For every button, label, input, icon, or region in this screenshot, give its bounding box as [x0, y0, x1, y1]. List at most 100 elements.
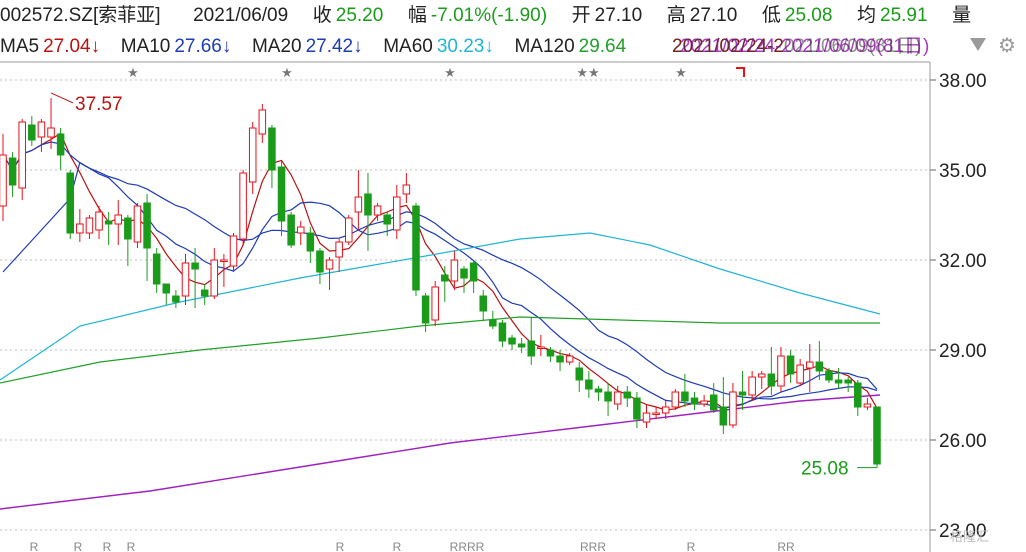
- candle-body-down: [8, 157, 17, 186]
- candle-body-down: [441, 274, 449, 282]
- candle-body-up: [402, 184, 411, 195]
- candle-body-up: [239, 172, 247, 240]
- candle-body-down: [364, 193, 372, 216]
- candle-body-down: [594, 388, 603, 393]
- ma10-line: [2, 141, 878, 410]
- candle-body-down: [719, 406, 728, 426]
- candle-body-up: [258, 109, 267, 135]
- candle-body-up: [325, 259, 334, 270]
- candle-body-up: [393, 196, 401, 231]
- candle-body-down: [815, 361, 824, 372]
- ma5-line: [2, 132, 878, 411]
- candle-body-down: [306, 232, 315, 252]
- rights-mark: RRR: [580, 540, 606, 552]
- candle-body-up: [796, 364, 804, 384]
- candle-body-down: [191, 262, 199, 270]
- candle-body-down: [460, 268, 468, 279]
- high-label: 37.57: [75, 94, 123, 115]
- event-star-mark: ★: [444, 66, 456, 81]
- candle-body-up: [220, 259, 228, 262]
- watermark: 格隆汇: [950, 529, 990, 544]
- candle-body-down: [469, 262, 478, 282]
- ma250-line: [0, 394, 881, 510]
- rights-mark: R: [74, 540, 83, 552]
- candle-body-down: [28, 124, 36, 141]
- candle-body-up: [613, 391, 622, 405]
- candle-body-up: [863, 403, 872, 408]
- candle-body-down: [844, 379, 852, 384]
- low-label: 25.08: [801, 459, 849, 480]
- candle-body-down: [200, 289, 209, 297]
- event-flag-icon: [736, 67, 745, 77]
- candle-body-down: [546, 349, 555, 357]
- candle-body-down: [834, 379, 843, 384]
- candle-body-down: [412, 205, 420, 291]
- candle-body-down: [383, 214, 391, 225]
- candle-body-up: [18, 121, 26, 189]
- candle-body-down: [786, 355, 795, 375]
- candle-body-up: [296, 226, 305, 234]
- rights-mark: R: [687, 540, 696, 552]
- candle-body-down: [633, 397, 641, 420]
- candle-body-down: [517, 343, 526, 348]
- candle-body-down: [104, 220, 113, 225]
- candle-body-down: [527, 340, 536, 357]
- candle-body-up: [652, 412, 660, 415]
- candle-body-up: [133, 205, 142, 243]
- candle-body-up: [373, 205, 382, 216]
- candle-body-down: [66, 172, 74, 234]
- candle-body-down: [575, 367, 584, 381]
- candle-body-down: [604, 391, 612, 402]
- candle-body-down: [277, 166, 286, 222]
- candle-body-down: [172, 295, 180, 303]
- event-star-mark: ★★: [576, 66, 599, 81]
- candle-body-down: [623, 391, 632, 399]
- candle-body-down: [854, 382, 862, 408]
- candle-body-up: [248, 127, 257, 183]
- candle-body-down: [709, 394, 718, 411]
- candle-body-down: [738, 391, 747, 396]
- candle-body-up: [76, 223, 84, 234]
- candle-body-up: [661, 406, 670, 414]
- candle-body-down: [421, 295, 430, 324]
- candle-body-down: [489, 319, 497, 327]
- candle-body-up: [450, 259, 459, 282]
- candle-body-down: [162, 283, 171, 294]
- rights-mark: R: [103, 540, 112, 552]
- rights-mark: RR: [777, 540, 795, 552]
- candle-body-down: [479, 295, 487, 312]
- candle-body-up: [229, 235, 238, 267]
- y-tick-label: 26.00: [939, 431, 987, 452]
- rights-mark: RRRR: [450, 540, 485, 552]
- candle-body-down: [508, 337, 516, 345]
- candle-body-down: [56, 133, 65, 156]
- rights-mark: R: [30, 540, 39, 552]
- candle-body-up: [47, 127, 55, 138]
- candlestick-chart: 38.0035.0032.0029.0026.0023.00 37.5725.0…: [0, 61, 987, 552]
- candle-body-up: [344, 217, 353, 243]
- candle-body-up: [354, 196, 363, 213]
- candle-body-down: [585, 379, 593, 390]
- candle-body-up: [335, 241, 343, 258]
- high-arrow: [50, 92, 74, 104]
- y-tick-label: 35.00: [939, 161, 987, 182]
- candle-body-up: [642, 412, 651, 423]
- candle-body-up: [806, 361, 814, 369]
- candle-body-down: [124, 217, 132, 240]
- candle-body-up: [537, 346, 545, 349]
- candle-body-up: [729, 391, 737, 426]
- candle-body-down: [498, 322, 507, 342]
- candle-body-up: [210, 259, 219, 297]
- ma20-line: [2, 161, 878, 400]
- candle-body-up: [181, 262, 190, 297]
- event-star-mark: ★: [281, 66, 293, 81]
- candle-body-up: [37, 121, 46, 138]
- candle-body-up: [700, 400, 708, 405]
- rights-mark: R: [127, 540, 136, 552]
- y-tick-label: 38.00: [939, 71, 987, 92]
- candle-body-down: [825, 370, 833, 381]
- y-tick-label: 29.00: [939, 341, 987, 362]
- candle-body-down: [690, 397, 699, 405]
- candle-body-down: [767, 373, 776, 387]
- event-star-mark: ★: [127, 66, 139, 81]
